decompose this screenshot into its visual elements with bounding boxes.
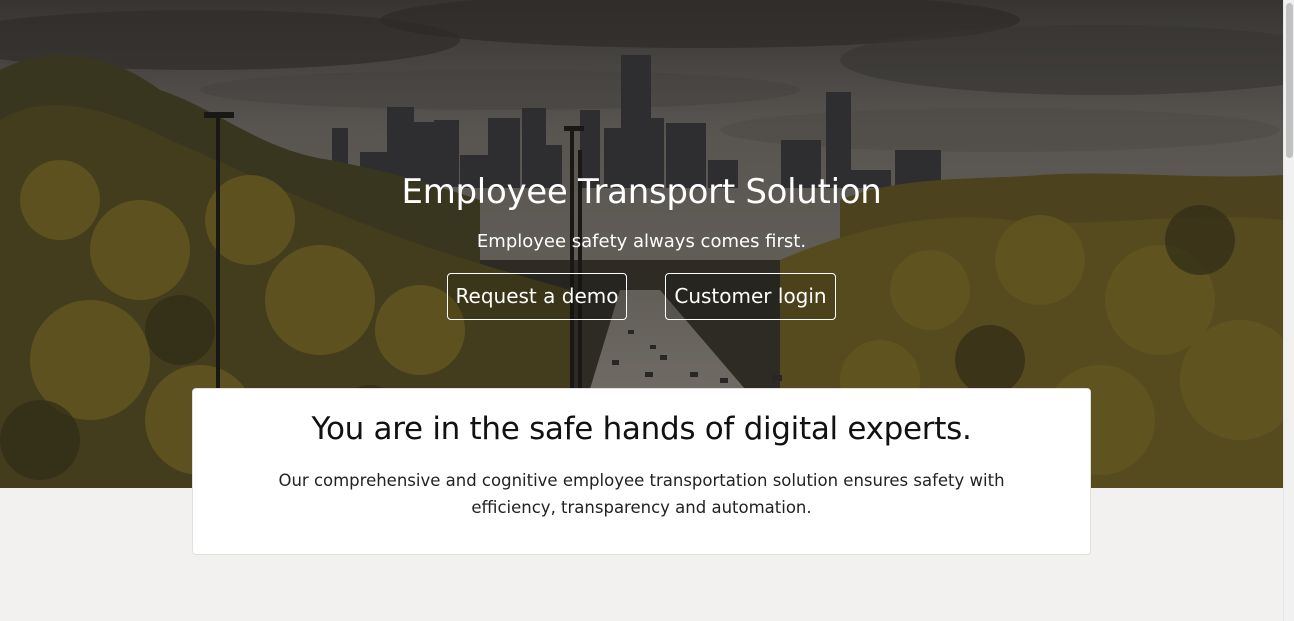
customer-login-button[interactable]: Customer login bbox=[665, 273, 836, 320]
vertical-scrollbar[interactable] bbox=[1283, 0, 1294, 621]
intro-card-text: Our comprehensive and cognitive employee… bbox=[278, 471, 1005, 517]
intro-card-title: You are in the safe hands of digital exp… bbox=[311, 411, 972, 447]
hero-title: Employee Transport Solution bbox=[401, 172, 882, 212]
page: Employee Transport Solution Employee saf… bbox=[0, 0, 1294, 621]
request-demo-button[interactable]: Request a demo bbox=[447, 273, 627, 320]
scrollbar-thumb[interactable] bbox=[1286, 3, 1293, 158]
hero-subtitle: Employee safety always comes first. bbox=[476, 231, 807, 252]
intro-card: You are in the safe hands of digital exp… bbox=[192, 388, 1091, 555]
